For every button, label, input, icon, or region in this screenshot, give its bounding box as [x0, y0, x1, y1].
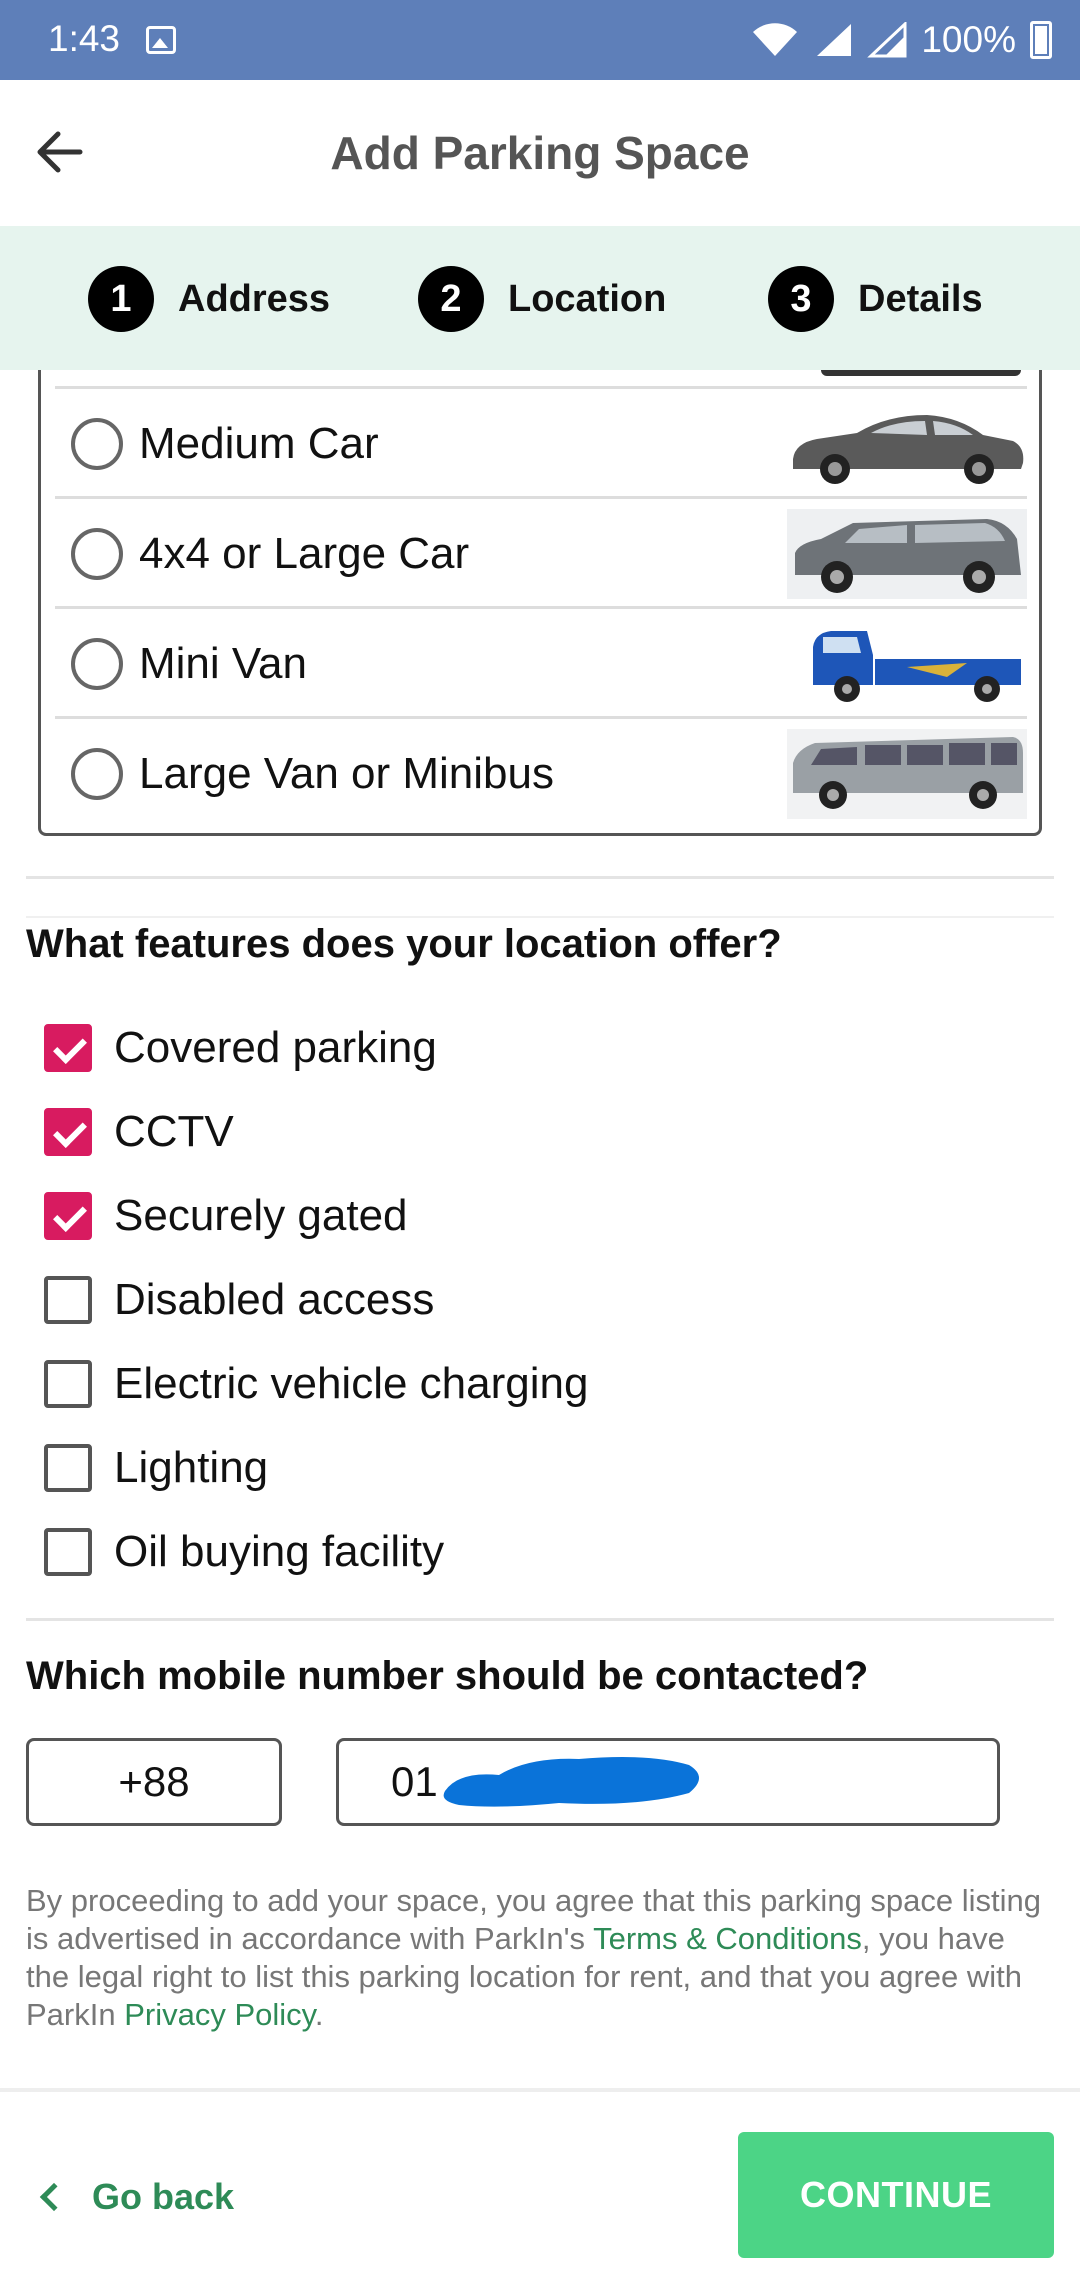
feature-label: CCTV	[114, 1107, 234, 1156]
vehicle-option-medium-car[interactable]: Medium Car	[55, 386, 1027, 496]
vehicle-label: 4x4 or Large Car	[139, 529, 470, 578]
car-suv-icon	[787, 509, 1027, 599]
phone-number-value: 01	[391, 1758, 438, 1805]
vehicle-option-large-car[interactable]: 4x4 or Large Car	[55, 496, 1027, 606]
app-header: Add Parking Space	[0, 80, 1080, 226]
wifi-icon	[753, 23, 798, 56]
terms-notice: By proceeding to add your space, you agr…	[26, 1882, 1056, 2034]
feature-label: Disabled access	[114, 1275, 435, 1324]
terms-text: .	[314, 1997, 324, 2032]
feature-oil-buying[interactable]: Oil buying facility	[44, 1522, 444, 1582]
step-label: Location	[508, 277, 667, 320]
feature-disabled-access[interactable]: Disabled access	[44, 1270, 434, 1330]
image-notification-icon	[146, 26, 176, 54]
vehicle-option-large-van[interactable]: Large Van or Minibus	[55, 716, 1027, 826]
radio-button[interactable]	[71, 418, 123, 470]
feature-label: Electric vehicle charging	[114, 1359, 589, 1408]
feature-label: Securely gated	[114, 1191, 408, 1240]
checkbox-checked[interactable]	[44, 1108, 92, 1156]
feature-lighting[interactable]: Lighting	[44, 1438, 268, 1498]
checkbox-checked[interactable]	[44, 1192, 92, 1240]
section-divider	[26, 1618, 1054, 1621]
step-details[interactable]: 3 Details	[768, 266, 983, 332]
status-bar: 1:43 100%	[0, 0, 1080, 80]
chevron-left-icon	[39, 2182, 69, 2212]
checkbox-checked[interactable]	[44, 1024, 92, 1072]
step-number: 2	[418, 266, 484, 332]
checkbox-unchecked[interactable]	[44, 1528, 92, 1576]
pickup-truck-icon	[813, 631, 1021, 702]
status-indicators: 100%	[751, 14, 1052, 66]
step-label: Details	[858, 277, 983, 320]
feature-label: Oil buying facility	[114, 1527, 445, 1576]
battery-icon	[1030, 21, 1052, 59]
phone-number-field[interactable]: 01	[336, 1738, 1000, 1826]
step-number: 3	[768, 266, 834, 332]
step-location[interactable]: 2 Location	[418, 266, 666, 332]
feature-cctv[interactable]: CCTV	[44, 1102, 234, 1162]
vehicle-size-list: Medium Car 4x4 or Large Car Mini Van Lar…	[38, 370, 1042, 836]
terms-conditions-link[interactable]: Terms & Conditions	[593, 1921, 862, 1956]
checkbox-unchecked[interactable]	[44, 1444, 92, 1492]
footer-actions: Go back CONTINUE	[0, 2088, 1080, 2280]
section-divider	[26, 916, 1054, 918]
go-back-label: Go back	[92, 2176, 235, 2217]
step-address[interactable]: 1 Address	[88, 266, 330, 332]
signal-icon	[817, 24, 852, 56]
feature-label: Covered parking	[114, 1023, 437, 1072]
checkbox-unchecked[interactable]	[44, 1276, 92, 1324]
feature-securely-gated[interactable]: Securely gated	[44, 1186, 408, 1246]
radio-button[interactable]	[71, 528, 123, 580]
step-number: 1	[88, 266, 154, 332]
progress-stepper: 1 Address 2 Location 3 Details	[0, 226, 1080, 370]
feature-covered-parking[interactable]: Covered parking	[44, 1018, 437, 1078]
country-code-field[interactable]: +88	[26, 1738, 282, 1826]
features-heading: What features does your location offer?	[26, 922, 782, 966]
page-title: Add Parking Space	[330, 127, 750, 179]
step-label: Address	[178, 277, 331, 320]
feature-label: Lighting	[114, 1443, 269, 1492]
radio-button[interactable]	[71, 748, 123, 800]
contact-heading: Which mobile number should be contacted?	[26, 1654, 869, 1698]
battery-percent: 100%	[921, 19, 1016, 60]
vehicle-label: Large Van or Minibus	[139, 749, 554, 798]
vehicle-label: Medium Car	[139, 419, 379, 468]
partial-vehicle-image	[821, 370, 1021, 376]
vehicle-option-mini-van[interactable]: Mini Van	[55, 606, 1027, 716]
status-time: 1:43	[48, 18, 121, 59]
feature-ev-charging[interactable]: Electric vehicle charging	[44, 1354, 588, 1414]
redaction-mark	[443, 1757, 699, 1807]
radio-button[interactable]	[71, 638, 123, 690]
checkbox-unchecked[interactable]	[44, 1360, 92, 1408]
go-back-button[interactable]: Go back	[39, 2172, 235, 2222]
section-divider	[26, 876, 1054, 879]
vehicle-label: Mini Van	[139, 639, 307, 688]
minibus-icon	[787, 729, 1027, 819]
signal-no-data-icon	[867, 22, 907, 58]
continue-button[interactable]: CONTINUE	[738, 2132, 1054, 2258]
car-sedan-icon	[793, 415, 1024, 484]
privacy-policy-link[interactable]: Privacy Policy	[124, 1997, 315, 2032]
